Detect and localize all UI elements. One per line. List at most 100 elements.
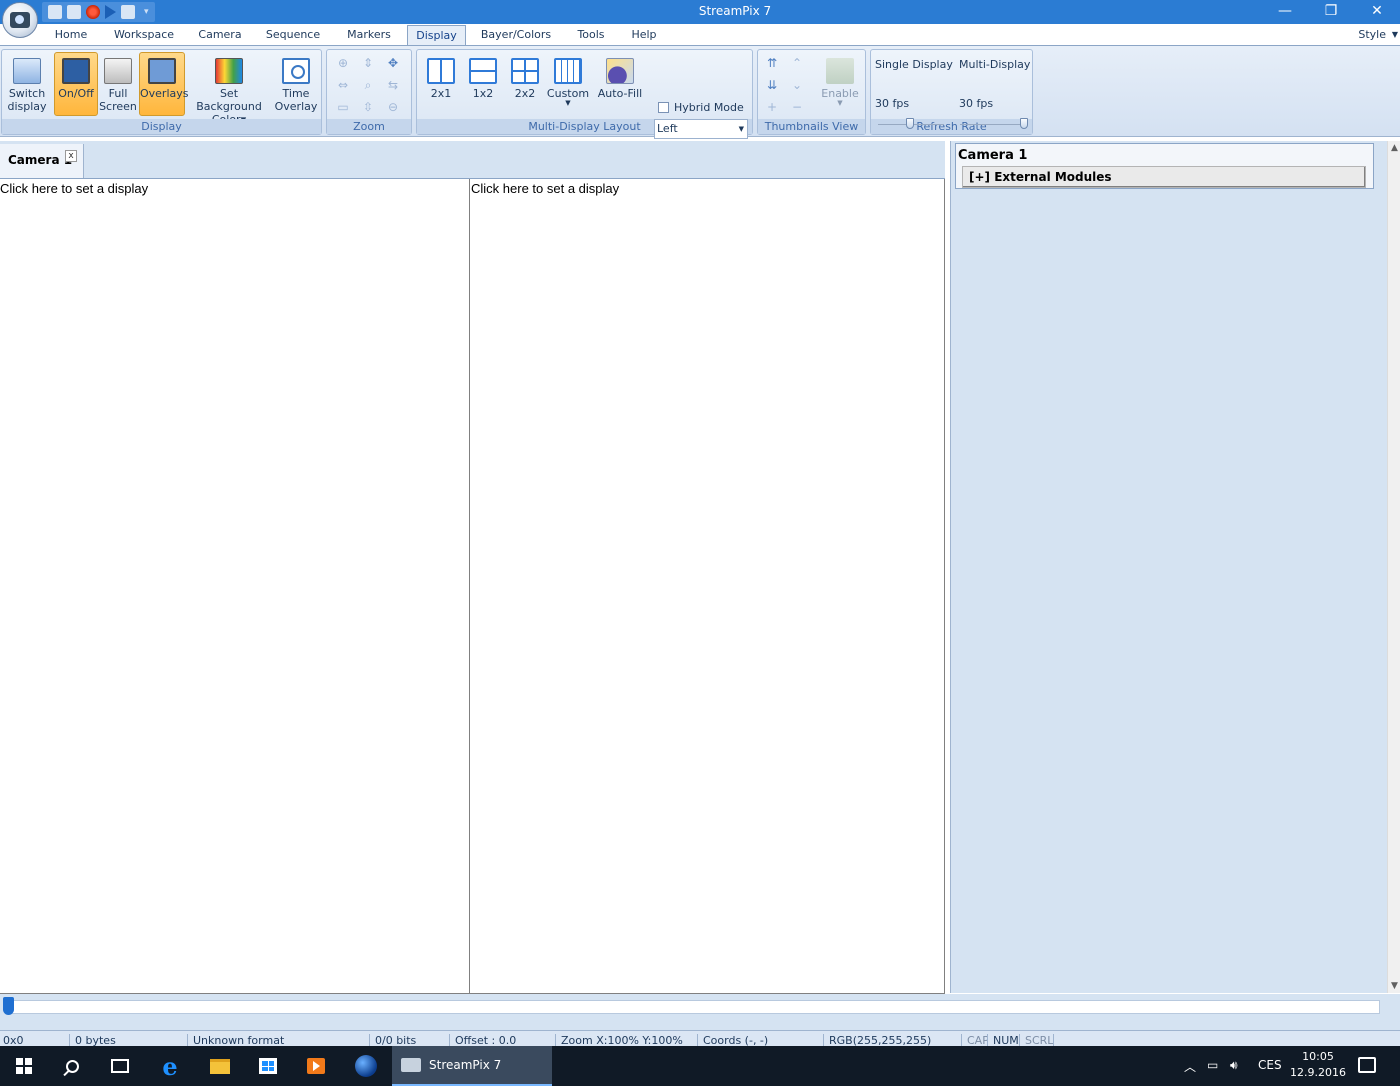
network-icon[interactable]: ▭ (1207, 1058, 1218, 1072)
tab-display[interactable]: Display (407, 25, 466, 46)
layout-1x2-label: 1x2 (472, 87, 494, 100)
search-button[interactable] (48, 1046, 96, 1086)
start-button[interactable] (0, 1046, 48, 1086)
set-display-prompt[interactable]: Click here to set a display (0, 181, 148, 196)
refresh-rate-group-label: Refresh Rate (871, 119, 1032, 134)
system-clock[interactable]: 10:05 12.9.2016 (1286, 1049, 1350, 1081)
notification-center-icon[interactable] (1358, 1057, 1376, 1073)
switch-display-button[interactable]: Switch display (4, 52, 50, 116)
hybrid-mode-checkbox[interactable]: Hybrid Mode (658, 101, 744, 114)
browser-button[interactable] (342, 1046, 390, 1086)
position-select[interactable]: Left ▼ (654, 119, 748, 139)
chevron-up-icon[interactable]: ⌃ (789, 56, 805, 70)
input-language[interactable]: CES (1258, 1058, 1282, 1072)
style-menu[interactable]: Style (1358, 28, 1386, 41)
tab-help[interactable]: Help (624, 25, 664, 46)
zoom-in-icon[interactable]: ⊕ (335, 56, 351, 70)
single-fps-value: 30 fps (875, 97, 910, 110)
monitor-icon (62, 58, 90, 84)
chevron-down-icon: ▼ (565, 99, 571, 107)
multi-fps-slider-thumb[interactable] (1020, 118, 1028, 129)
chevron-down-icon[interactable]: ⌄ (789, 78, 805, 92)
plus-icon[interactable]: + (764, 100, 780, 114)
move-icon[interactable]: ✥ (385, 56, 401, 70)
edge-button[interactable]: e (146, 1046, 194, 1086)
overlays-button[interactable]: Overlays (139, 52, 189, 116)
task-view-icon (111, 1059, 129, 1073)
full-screen-button[interactable]: Full Screen (98, 52, 138, 116)
media-player-button[interactable] (292, 1046, 340, 1086)
layout-2x1-button[interactable]: 2x1 (421, 52, 461, 116)
checkbox-box[interactable] (658, 102, 669, 113)
zoom-horizontal-icon[interactable]: ⇔ (335, 78, 351, 92)
close-button[interactable]: ✕ (1354, 0, 1400, 24)
minus-icon[interactable]: − (789, 100, 805, 114)
double-chevron-down-icon[interactable]: ⇊ (764, 78, 780, 92)
projector-screen-icon (104, 58, 132, 84)
scroll-down-icon[interactable]: ▼ (1389, 981, 1400, 991)
tab-home[interactable]: Home (48, 25, 94, 46)
minimize-button[interactable]: — (1262, 0, 1308, 24)
double-chevron-up-icon[interactable]: ⇈ (764, 56, 780, 70)
set-background-color-button[interactable]: Set Background Color▾ (187, 52, 271, 126)
display-viewport: Click here to set a display Click here t… (0, 179, 945, 994)
time-overlay-button[interactable]: Time Overlay (273, 52, 319, 116)
tab-sequence[interactable]: Sequence (260, 25, 326, 46)
zoom-out-icon[interactable]: ⊖ (385, 100, 401, 114)
timeline-track[interactable] (8, 1000, 1380, 1014)
fit-height-icon[interactable]: ⇳ (360, 100, 376, 114)
fit-width-icon[interactable]: ⇆ (385, 78, 401, 92)
store-icon (259, 1058, 277, 1074)
clock-time: 10:05 (1302, 1050, 1334, 1063)
vertical-scrollbar[interactable]: ▲ ▼ (1387, 141, 1400, 993)
ribbon-tab-row: Home Workspace Camera Sequence Markers D… (0, 24, 1400, 46)
scroll-up-icon[interactable]: ▲ (1389, 143, 1400, 153)
single-display-label: Single Display (875, 58, 953, 71)
on-off-button[interactable]: On/Off (54, 52, 98, 116)
fit-icon[interactable]: ▭ (335, 100, 351, 114)
auto-fill-button[interactable]: Auto-Fill (595, 52, 645, 116)
thumbnails-group-label: Thumbnails View (758, 119, 865, 134)
set-display-prompt[interactable]: Click here to set a display (471, 181, 619, 196)
task-view-button[interactable] (96, 1046, 144, 1086)
layout-1x2-button[interactable]: 1x2 (463, 52, 503, 116)
tab-markers[interactable]: Markers (338, 25, 400, 46)
zoom-vertical-icon[interactable]: ⇕ (360, 56, 376, 70)
custom-layout-button[interactable]: Custom ▼ (545, 52, 591, 116)
status-num-lock: NUM (990, 1034, 1020, 1046)
close-tab-button[interactable]: x (65, 150, 77, 162)
external-modules-expander[interactable]: [+] External Modules (962, 166, 1366, 188)
custom-grid-icon (554, 58, 582, 84)
restore-button[interactable]: ❐ (1308, 0, 1354, 24)
single-fps-slider-thumb[interactable] (906, 118, 914, 129)
chevron-down-icon: ▼ (1391, 30, 1398, 39)
switch-display-label: Switch display (7, 87, 47, 113)
tab-camera-1[interactable]: Camera 1 x (0, 144, 84, 178)
volume-icon[interactable]: 🔊︎ (1230, 1058, 1238, 1073)
chevron-down-icon: ▼ (837, 99, 843, 107)
taskbar-streampix-button[interactable]: StreamPix 7 (392, 1046, 552, 1086)
status-bar: 0x0 0 bytes Unknown format 0/0 bits Offs… (0, 1030, 1400, 1046)
tab-workspace[interactable]: Workspace (108, 25, 180, 46)
time-overlay-label: Time Overlay (274, 87, 318, 113)
full-screen-label: Full Screen (99, 87, 137, 113)
thumbnails-view-group: ⇈ ⌃ ⇊ ⌄ + − Enable ▼ Thumbnails View (757, 49, 866, 135)
tab-bayer-colors[interactable]: Bayer/Colors (476, 25, 556, 46)
camera-properties-title: Camera 1 (958, 148, 1028, 163)
file-explorer-button[interactable] (196, 1046, 244, 1086)
display-pane-right[interactable]: Click here to set a display (471, 179, 943, 993)
display-pane-left[interactable]: Click here to set a display (0, 179, 470, 993)
on-off-label: On/Off (58, 87, 94, 100)
auto-fill-label: Auto-Fill (597, 87, 643, 100)
store-button[interactable] (244, 1046, 292, 1086)
enable-thumbnails-button[interactable]: Enable ▼ (816, 52, 864, 116)
tray-overflow-icon[interactable]: ︿ (1184, 1058, 1196, 1075)
application-menu-button[interactable] (2, 2, 38, 38)
layout-2x2-button[interactable]: 2x2 (505, 52, 545, 116)
multi-fps-slider-track[interactable] (960, 124, 1026, 125)
tab-tools[interactable]: Tools (568, 25, 614, 46)
position-select-value: Left (657, 122, 678, 135)
tab-camera[interactable]: Camera (192, 25, 248, 46)
magnifier-icon[interactable]: ⌕ (360, 78, 376, 92)
timeline-cursor[interactable] (3, 997, 14, 1015)
